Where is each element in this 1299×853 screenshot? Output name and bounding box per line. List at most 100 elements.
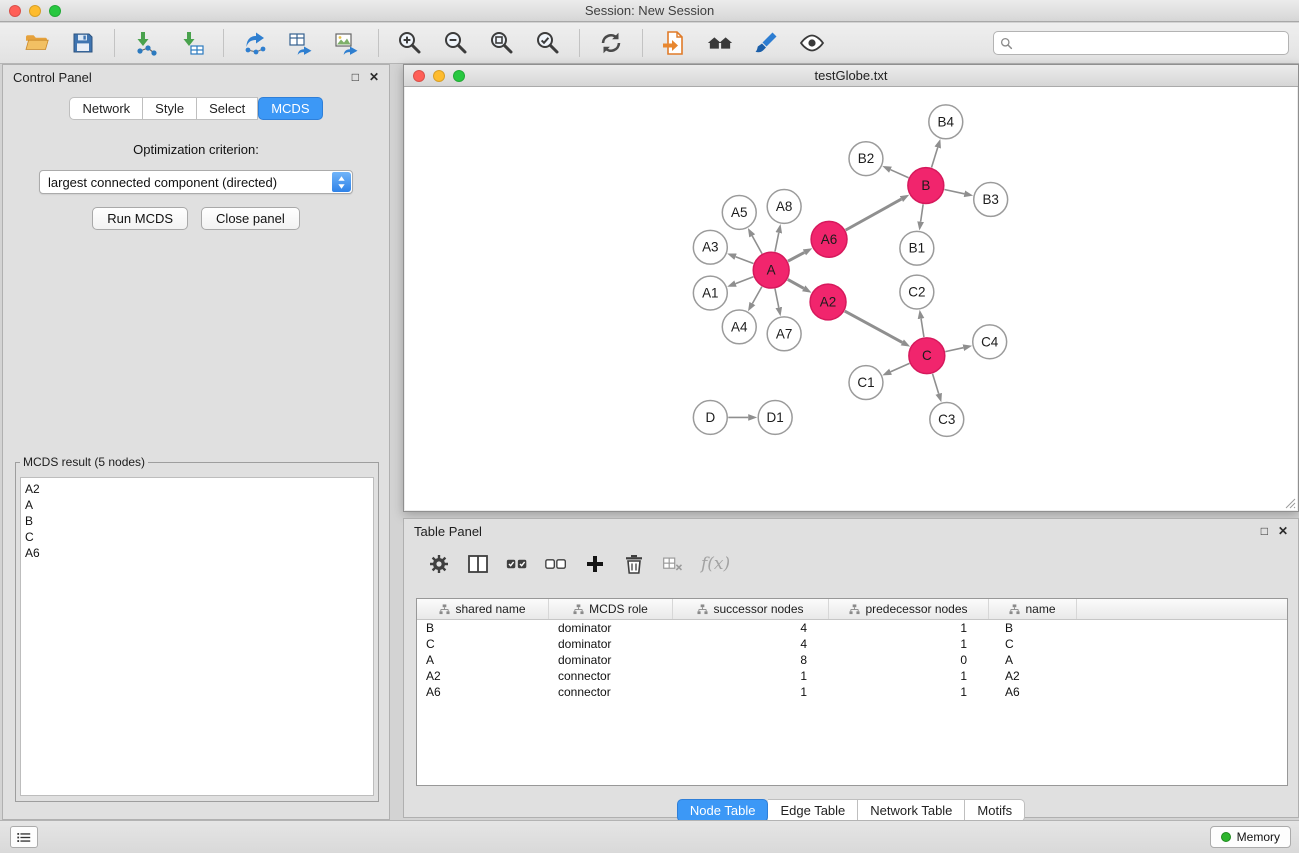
- export-page-button[interactable]: [655, 26, 693, 60]
- network-edge-A-A7[interactable]: [775, 289, 779, 308]
- tab-style[interactable]: Style: [143, 97, 197, 120]
- network-node-B3[interactable]: B3: [974, 183, 1008, 217]
- table-row[interactable]: Adominator80A: [417, 652, 1287, 668]
- search-input[interactable]: [1017, 36, 1288, 51]
- network-node-A1[interactable]: A1: [693, 276, 727, 310]
- paintbrush-button[interactable]: [747, 26, 785, 60]
- criterion-select[interactable]: largest connected component (directed): [39, 170, 353, 194]
- network-node-A8[interactable]: A8: [767, 190, 801, 224]
- search-field[interactable]: [993, 31, 1289, 55]
- close-table-panel-icon[interactable]: ✕: [1278, 525, 1288, 537]
- network-minimize-button[interactable]: [433, 70, 445, 82]
- column-header-shared-name[interactable]: shared name: [417, 599, 549, 619]
- network-edge-B-B1[interactable]: [921, 204, 923, 221]
- float-table-panel-icon[interactable]: □: [1261, 525, 1268, 537]
- table-row[interactable]: Bdominator41B: [417, 620, 1287, 636]
- open-folder-button[interactable]: [18, 26, 56, 60]
- network-node-A3[interactable]: A3: [693, 230, 727, 264]
- export-image-button[interactable]: [328, 26, 366, 60]
- network-node-C[interactable]: C: [909, 338, 945, 374]
- network-node-A7[interactable]: A7: [767, 317, 801, 351]
- network-node-C4[interactable]: C4: [973, 325, 1007, 359]
- run-mcds-button[interactable]: Run MCDS: [92, 207, 188, 230]
- refresh-button[interactable]: [592, 26, 630, 60]
- export-table-button[interactable]: [282, 26, 320, 60]
- result-item[interactable]: C: [25, 529, 373, 545]
- tab-select[interactable]: Select: [197, 97, 258, 120]
- zoom-selected-button[interactable]: [529, 26, 567, 60]
- network-edge-B-B2[interactable]: [891, 170, 909, 178]
- network-node-A5[interactable]: A5: [722, 195, 756, 229]
- result-item[interactable]: A: [25, 497, 373, 513]
- save-button[interactable]: [64, 26, 102, 60]
- table-tab-network-table[interactable]: Network Table: [858, 799, 965, 822]
- home-button[interactable]: [701, 26, 739, 60]
- network-node-D[interactable]: D: [693, 401, 727, 435]
- zoom-in-button[interactable]: [391, 26, 429, 60]
- network-edge-A-A6[interactable]: [788, 252, 804, 261]
- memory-button[interactable]: Memory: [1210, 826, 1291, 848]
- result-item[interactable]: B: [25, 513, 373, 529]
- column-header-name[interactable]: name: [989, 599, 1077, 619]
- column-header-MCDS-role[interactable]: MCDS role: [549, 599, 673, 619]
- close-window-button[interactable]: [9, 5, 21, 17]
- add-button[interactable]: [584, 553, 606, 575]
- network-node-D1[interactable]: D1: [758, 401, 792, 435]
- network-edge-A-A3[interactable]: [736, 257, 754, 264]
- result-item[interactable]: A6: [25, 545, 373, 561]
- network-edge-A-A4[interactable]: [752, 287, 761, 304]
- table-row[interactable]: A2connector11A2: [417, 668, 1287, 684]
- table-row[interactable]: A6connector11A6: [417, 684, 1287, 700]
- network-edge-B-B4[interactable]: [932, 148, 938, 168]
- network-node-B2[interactable]: B2: [849, 142, 883, 176]
- network-node-B4[interactable]: B4: [929, 105, 963, 139]
- network-edge-C-C3[interactable]: [933, 374, 939, 394]
- network-edge-C-C1[interactable]: [891, 363, 910, 371]
- network-node-C3[interactable]: C3: [930, 403, 964, 437]
- network-window-titlebar[interactable]: testGlobe.txt: [404, 65, 1298, 87]
- network-node-B[interactable]: B: [908, 168, 944, 204]
- delete-table-button[interactable]: [662, 553, 684, 575]
- table-tab-node-table[interactable]: Node Table: [677, 799, 769, 822]
- table-tab-edge-table[interactable]: Edge Table: [768, 799, 858, 822]
- table-row[interactable]: Cdominator41C: [417, 636, 1287, 652]
- import-network-button[interactable]: [127, 26, 165, 60]
- close-panel-icon[interactable]: ✕: [369, 71, 379, 83]
- network-node-C1[interactable]: C1: [849, 366, 883, 400]
- zoom-fit-button[interactable]: [483, 26, 521, 60]
- deselect-all-button[interactable]: [545, 553, 567, 575]
- network-edge-A-A2[interactable]: [788, 279, 804, 288]
- network-edge-A-A5[interactable]: [752, 236, 762, 254]
- network-zoom-button[interactable]: [453, 70, 465, 82]
- trash-button[interactable]: [623, 553, 645, 575]
- network-node-C2[interactable]: C2: [900, 275, 934, 309]
- network-edge-A-A1[interactable]: [736, 277, 754, 284]
- columns-button[interactable]: [467, 553, 489, 575]
- float-panel-icon[interactable]: □: [352, 71, 359, 83]
- network-node-A4[interactable]: A4: [722, 310, 756, 344]
- result-item[interactable]: A2: [25, 481, 373, 497]
- close-panel-button[interactable]: Close panel: [201, 207, 300, 230]
- tab-network[interactable]: Network: [69, 97, 143, 120]
- gear-button[interactable]: [428, 553, 450, 575]
- network-close-button[interactable]: [413, 70, 425, 82]
- network-edge-A-A8[interactable]: [775, 233, 779, 252]
- network-edge-C-C4[interactable]: [945, 348, 963, 352]
- network-edge-C-C2[interactable]: [921, 319, 924, 337]
- column-header-predecessor-nodes[interactable]: predecessor nodes: [829, 599, 989, 619]
- network-node-B1[interactable]: B1: [900, 231, 934, 265]
- eye-button[interactable]: [793, 26, 831, 60]
- zoom-window-button[interactable]: [49, 5, 61, 17]
- task-history-button[interactable]: [10, 826, 38, 848]
- network-graph[interactable]: B4 B2 B B3 A8 A5 A6 B1 A3 A C2 A1 A2 A4 A7 C4 C C1 C3 D D1: [405, 87, 1297, 510]
- minimize-window-button[interactable]: [29, 5, 41, 17]
- function-builder-button[interactable]: f(x): [701, 554, 730, 574]
- export-network-button[interactable]: [236, 26, 274, 60]
- network-node-A[interactable]: A: [753, 252, 789, 288]
- network-node-A2[interactable]: A2: [810, 284, 846, 320]
- resize-grip-icon[interactable]: [1284, 497, 1296, 509]
- select-all-button[interactable]: [506, 553, 528, 575]
- network-canvas[interactable]: B4 B2 B B3 A8 A5 A6 B1 A3 A C2 A1 A2 A4 A7 C4 C C1 C3 D D1: [405, 87, 1297, 510]
- network-node-A6[interactable]: A6: [811, 221, 847, 257]
- zoom-out-button[interactable]: [437, 26, 475, 60]
